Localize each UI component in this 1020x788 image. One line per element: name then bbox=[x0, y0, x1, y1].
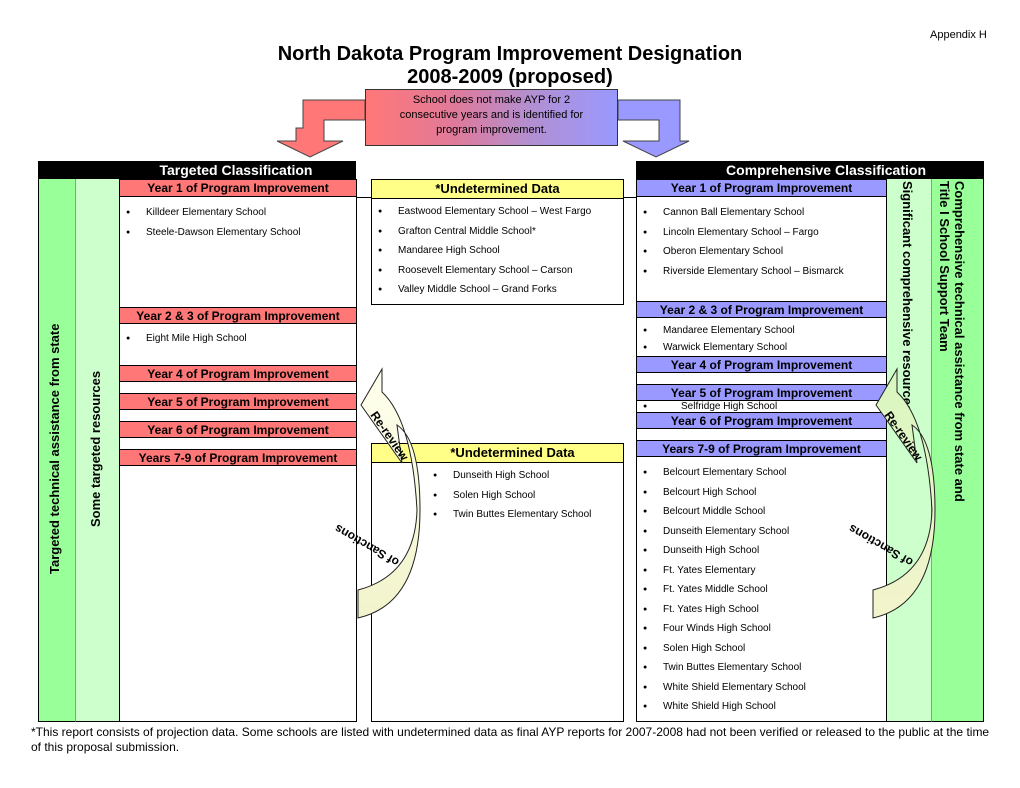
rereview-right-bottom-label: of Sanctions bbox=[846, 521, 916, 569]
rereview-left-bottom-label: of Sanctions bbox=[332, 521, 402, 569]
rereview-arrows: Re-review of Sanctions Re-review of Sanc… bbox=[332, 367, 936, 619]
rereview-arrow-right-icon bbox=[872, 367, 936, 619]
footnote: *This report consists of projection data… bbox=[31, 725, 990, 754]
rereview-arrow-left-icon bbox=[357, 367, 421, 619]
